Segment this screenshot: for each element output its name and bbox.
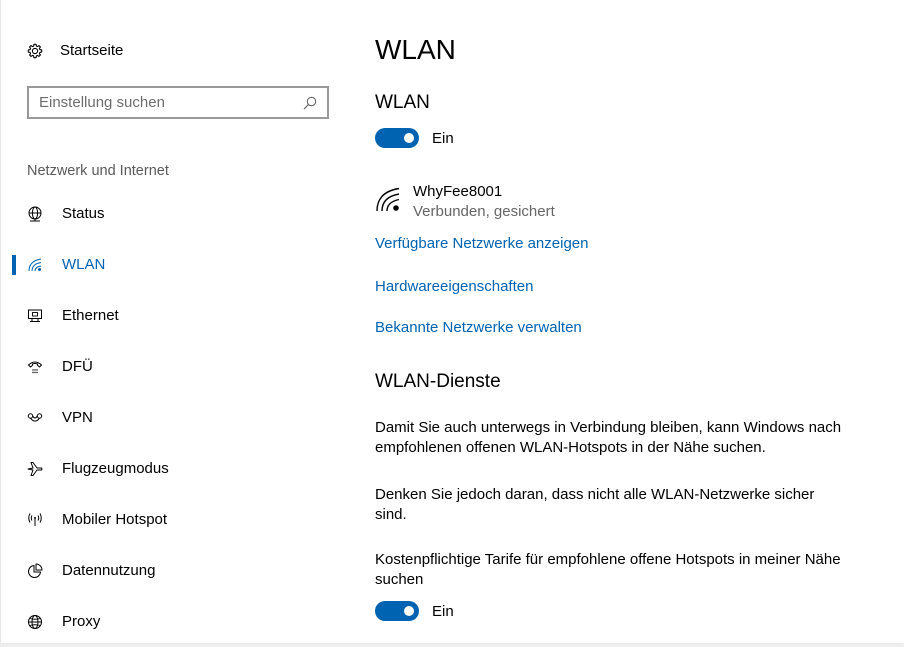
wlan-toggle-row: Ein <box>375 128 454 148</box>
wlan-heading: WLAN <box>375 92 430 113</box>
available-networks-link[interactable]: Verfügbare Netzwerke anzeigen <box>375 235 588 252</box>
toggle-knob <box>404 606 414 616</box>
section-title: Netzwerk und Internet <box>27 163 169 179</box>
ethernet-monitor-icon <box>28 309 42 322</box>
globe-network-icon <box>28 206 42 221</box>
paid-hotspots-toggle-label: Ein <box>432 602 454 620</box>
sidebar: Startseite Netzwerk und Internet Status <box>1 0 351 643</box>
sidebar-item-label: Flugzeugmodus <box>62 460 169 477</box>
page-title: WLAN <box>375 34 456 65</box>
home-link[interactable]: Startseite <box>27 42 123 59</box>
toggle-knob <box>404 133 414 143</box>
sidebar-item-label: Mobiler Hotspot <box>62 511 168 528</box>
gear-icon <box>27 43 43 58</box>
known-networks-link[interactable]: Bekannte Netzwerke verwalten <box>375 319 582 336</box>
hardware-properties-link[interactable]: Hardwareeigenschaften <box>375 278 533 295</box>
connected-network[interactable]: WhyFee8001 Verbunden, gesichert <box>375 182 555 222</box>
settings-window: Startseite Netzwerk und Internet Status <box>0 0 904 643</box>
wlan-toggle[interactable] <box>375 128 419 148</box>
wlan-toggle-label: Ein <box>432 129 454 147</box>
paid-hotspots-toggle-row: Ein <box>375 601 454 621</box>
globe-icon <box>28 614 42 629</box>
sidebar-item-label: VPN <box>62 409 93 426</box>
services-description: Damit Sie auch unterwegs in Verbindung b… <box>375 419 842 456</box>
sidebar-item-ethernet[interactable]: Ethernet <box>1 290 351 341</box>
sidebar-item-datennutzung[interactable]: Datennutzung <box>1 545 351 596</box>
sidebar-item-label: Ethernet <box>62 307 119 324</box>
sidebar-item-status[interactable]: Status <box>1 188 351 239</box>
search-icon[interactable] <box>303 96 317 110</box>
sidebar-item-proxy[interactable]: Proxy <box>1 596 351 647</box>
search-box[interactable] <box>27 86 329 119</box>
services-warning: Denken Sie jedoch daran, dass nicht alle… <box>375 486 815 523</box>
sidebar-item-label: DFÜ <box>62 358 93 375</box>
sidebar-item-vpn[interactable]: VPN <box>1 392 351 443</box>
vpn-icon <box>27 412 43 422</box>
paid-hotspots-toggle[interactable] <box>375 601 419 621</box>
sidebar-item-label: Datennutzung <box>62 562 156 579</box>
data-usage-icon <box>28 563 43 578</box>
dialup-phone-icon <box>28 361 42 373</box>
home-label: Startseite <box>60 42 124 59</box>
sidebar-item-label: WLAN <box>62 256 106 273</box>
network-name: WhyFee8001 <box>413 183 503 200</box>
sidebar-item-dfu[interactable]: DFÜ <box>1 341 351 392</box>
sidebar-nav: Status WLAN Ethernet DFÜ VPN Flugzeugmod… <box>1 188 351 647</box>
sidebar-item-mobiler-hotspot[interactable]: Mobiler Hotspot <box>1 494 351 545</box>
wifi-icon <box>28 258 42 271</box>
sidebar-item-label: Status <box>62 205 105 222</box>
search-input[interactable] <box>29 87 303 118</box>
paid-hotspots-label: Kostenpflichtige Tarife für empfohlene o… <box>375 551 841 588</box>
wlan-services-heading: WLAN-Dienste <box>375 371 501 392</box>
network-status: Verbunden, gesichert <box>413 203 555 220</box>
hotspot-icon <box>28 512 42 526</box>
sidebar-item-flugzeugmodus[interactable]: Flugzeugmodus <box>1 443 351 494</box>
wifi-signal-icon <box>376 187 400 212</box>
sidebar-item-label: Proxy <box>62 613 101 630</box>
airplane-icon <box>27 461 43 476</box>
sidebar-item-wlan[interactable]: WLAN <box>1 239 351 290</box>
